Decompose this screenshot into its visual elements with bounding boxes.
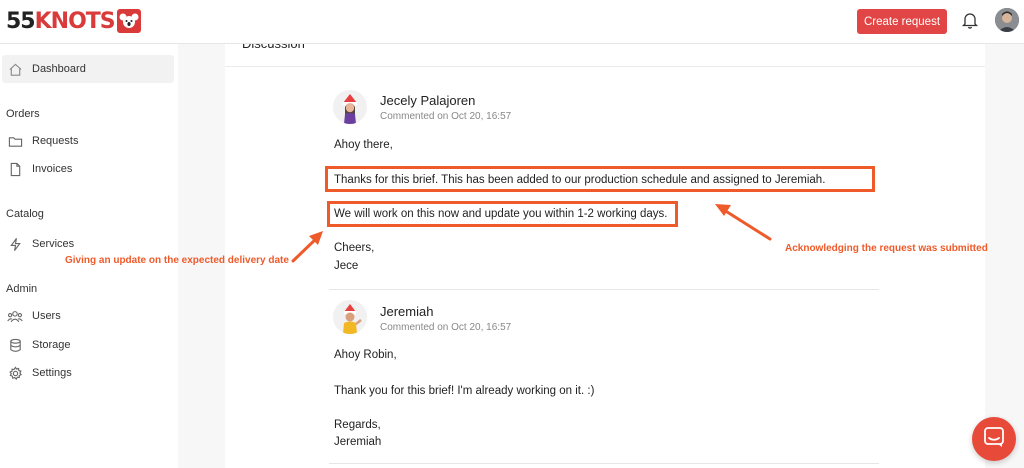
comment-divider [329, 289, 879, 290]
sidebar-item-label: Invoices [32, 163, 73, 175]
comment-timestamp: Commented on Oct 20, 16:57 [380, 111, 512, 122]
comment-text-line: Jeremiah [334, 436, 382, 448]
commenter-avatar [333, 90, 367, 124]
comment-author: Jecely Palajoren [380, 93, 476, 108]
sidebar-item-label: Users [32, 310, 61, 322]
divider [225, 66, 985, 67]
lightning-icon [7, 236, 23, 252]
sidebar-item-label: Requests [32, 135, 79, 147]
highlight-box-delivery-update [327, 201, 678, 227]
logo-text-red: KNOTS [34, 8, 116, 34]
home-icon [7, 61, 23, 77]
annotation-arrow-right [715, 204, 772, 241]
sidebar-item-label: Storage [32, 339, 71, 351]
users-icon [7, 308, 23, 324]
highlight-box-acknowledgement [325, 166, 875, 192]
sidebar-item-services[interactable]: Services [2, 230, 174, 258]
comment-text-line: Jece [334, 260, 359, 272]
chat-icon [983, 426, 1005, 453]
comment-divider [329, 463, 879, 464]
comment-text-line: Thank you for this brief! I'm already wo… [334, 385, 595, 397]
chat-launcher-button[interactable] [972, 417, 1016, 461]
sidebar-item-storage[interactable]: Storage [2, 331, 174, 359]
annotation-arrow-left [291, 231, 323, 263]
section-label-admin: Admin [6, 283, 38, 295]
sidebar-item-dashboard[interactable]: Dashboard [2, 55, 174, 83]
annotation-right: Acknowledging the request was submitted [785, 243, 988, 254]
sidebar-item-invoices[interactable]: Invoices [2, 155, 174, 183]
brand-logo[interactable]: 55 KNOTS [6, 8, 141, 34]
comment-text-line: Ahoy there, [334, 139, 393, 151]
gear-icon [7, 365, 23, 381]
section-label-orders: Orders [6, 108, 40, 120]
create-request-button[interactable]: Create request [857, 9, 947, 34]
sidebar-item-label: Settings [32, 367, 72, 379]
bell-icon[interactable] [960, 10, 980, 30]
annotation-left: Giving an update on the expected deliver… [65, 255, 289, 266]
folder-icon [7, 133, 23, 149]
comment-text-line: Cheers, [334, 242, 375, 254]
comment-timestamp: Commented on Oct 20, 16:57 [380, 322, 512, 333]
comment-text-line: Regards, [334, 419, 381, 431]
koala-logo-icon [116, 9, 141, 33]
content-gutter-right [985, 44, 1024, 468]
sidebar-item-label: Dashboard [32, 63, 86, 75]
sidebar-item-users[interactable]: Users [2, 302, 174, 330]
user-avatar[interactable] [995, 8, 1019, 32]
file-icon [7, 161, 23, 177]
discussion-panel: Discussion Jecely Palajoren Commented on… [225, 36, 985, 468]
sidebar-item-requests[interactable]: Requests [2, 127, 174, 155]
logo-text-dark: 55 [6, 8, 36, 34]
commenter-avatar [333, 300, 367, 334]
comment-author: Jeremiah [380, 304, 434, 319]
sidebar-item-settings[interactable]: Settings [2, 359, 174, 387]
database-icon [7, 337, 23, 353]
section-label-catalog: Catalog [6, 208, 44, 220]
top-bar: 55 KNOTS Create request [0, 0, 1024, 44]
sidebar-item-label: Services [32, 238, 75, 250]
comment-text-line: Ahoy Robin, [334, 349, 397, 361]
